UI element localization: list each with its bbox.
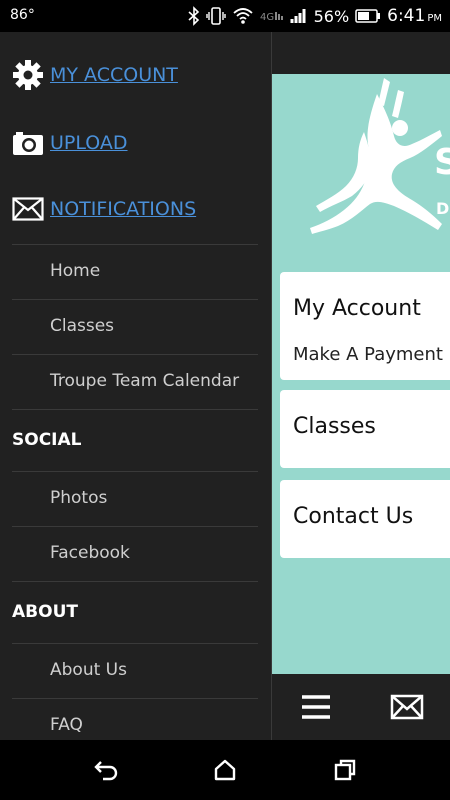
card-title: My Account — [293, 296, 421, 321]
battery-icon — [355, 9, 381, 23]
drawer-link-label[interactable]: MY ACCOUNT — [50, 64, 178, 86]
dancers-logo: S D — [310, 78, 450, 234]
drawer-item-faq[interactable]: FAQ — [12, 698, 258, 740]
drawer-item-classes[interactable]: Classes — [12, 299, 258, 354]
clock: 6:41 PM — [387, 6, 442, 26]
drawer-item-home[interactable]: Home — [12, 244, 258, 299]
temperature: 86° — [10, 7, 35, 23]
drawer-item-my-account[interactable]: MY ACCOUNT — [12, 59, 178, 91]
hero-letter-d: D — [436, 199, 449, 218]
menu-icon[interactable] — [300, 694, 332, 724]
back-icon[interactable] — [92, 756, 120, 784]
card-title: Contact Us — [293, 504, 414, 529]
battery-percent: 56% — [313, 6, 350, 26]
drawer-item-facebook[interactable]: Facebook — [12, 526, 258, 581]
card-classes[interactable]: Classes — [280, 390, 450, 468]
card-title: Classes — [293, 414, 376, 439]
card-subtitle[interactable]: Make A Payment , — [293, 344, 450, 365]
bluetooth-icon — [188, 6, 200, 26]
drawer-link-label[interactable]: UPLOAD — [50, 132, 128, 154]
system-nav-bar — [0, 740, 450, 800]
section-header-social: SOCIAL — [12, 409, 258, 471]
hero-banner: S D — [272, 74, 450, 264]
drawer-item-troupe-team-calendar[interactable]: Troupe Team Calendar — [12, 354, 258, 409]
home-icon[interactable] — [211, 756, 239, 784]
svg-text:4G: 4G — [260, 12, 274, 23]
drawer-item-label: Home — [50, 261, 101, 281]
gear-icon — [12, 59, 44, 91]
card-my-account[interactable]: My Account Make A Payment , — [280, 272, 450, 380]
clock-ampm: PM — [427, 13, 442, 24]
section-title: ABOUT — [12, 602, 78, 622]
drawer-item-label: About Us — [50, 660, 127, 680]
drawer-item-label: Classes — [50, 316, 115, 336]
navigation-drawer: MY ACCOUNT UPLOAD NOTIFICATIONS Home Cla… — [0, 32, 272, 740]
clock-time: 6:41 — [387, 6, 426, 26]
drawer-item-label: Troupe Team Calendar — [50, 371, 240, 391]
envelope-icon — [12, 193, 44, 225]
drawer-link-label[interactable]: NOTIFICATIONS — [50, 198, 196, 220]
wifi-icon — [232, 7, 254, 25]
drawer-item-upload[interactable]: UPLOAD — [12, 127, 128, 159]
status-bar: 86° 4G 56% 6:41 PM — [0, 0, 450, 32]
4g-icon: 4G — [260, 9, 284, 23]
drawer-item-notifications[interactable]: NOTIFICATIONS — [12, 193, 196, 225]
drawer-item-label: FAQ — [50, 715, 83, 735]
drawer-item-about-us[interactable]: About Us — [12, 643, 258, 698]
section-header-about: ABOUT — [12, 581, 258, 643]
signal-icon — [290, 7, 308, 25]
drawer-item-label: Facebook — [50, 543, 130, 563]
vibrate-icon — [205, 6, 226, 26]
drawer-item-photos[interactable]: Photos — [12, 471, 258, 526]
section-title: SOCIAL — [12, 430, 82, 450]
drawer-item-label: Photos — [50, 488, 108, 508]
card-contact-us[interactable]: Contact Us — [280, 480, 450, 558]
recents-icon[interactable] — [331, 756, 359, 784]
hero-letter-s: S — [434, 142, 450, 183]
camera-icon — [12, 127, 44, 159]
envelope-icon[interactable] — [390, 694, 424, 724]
